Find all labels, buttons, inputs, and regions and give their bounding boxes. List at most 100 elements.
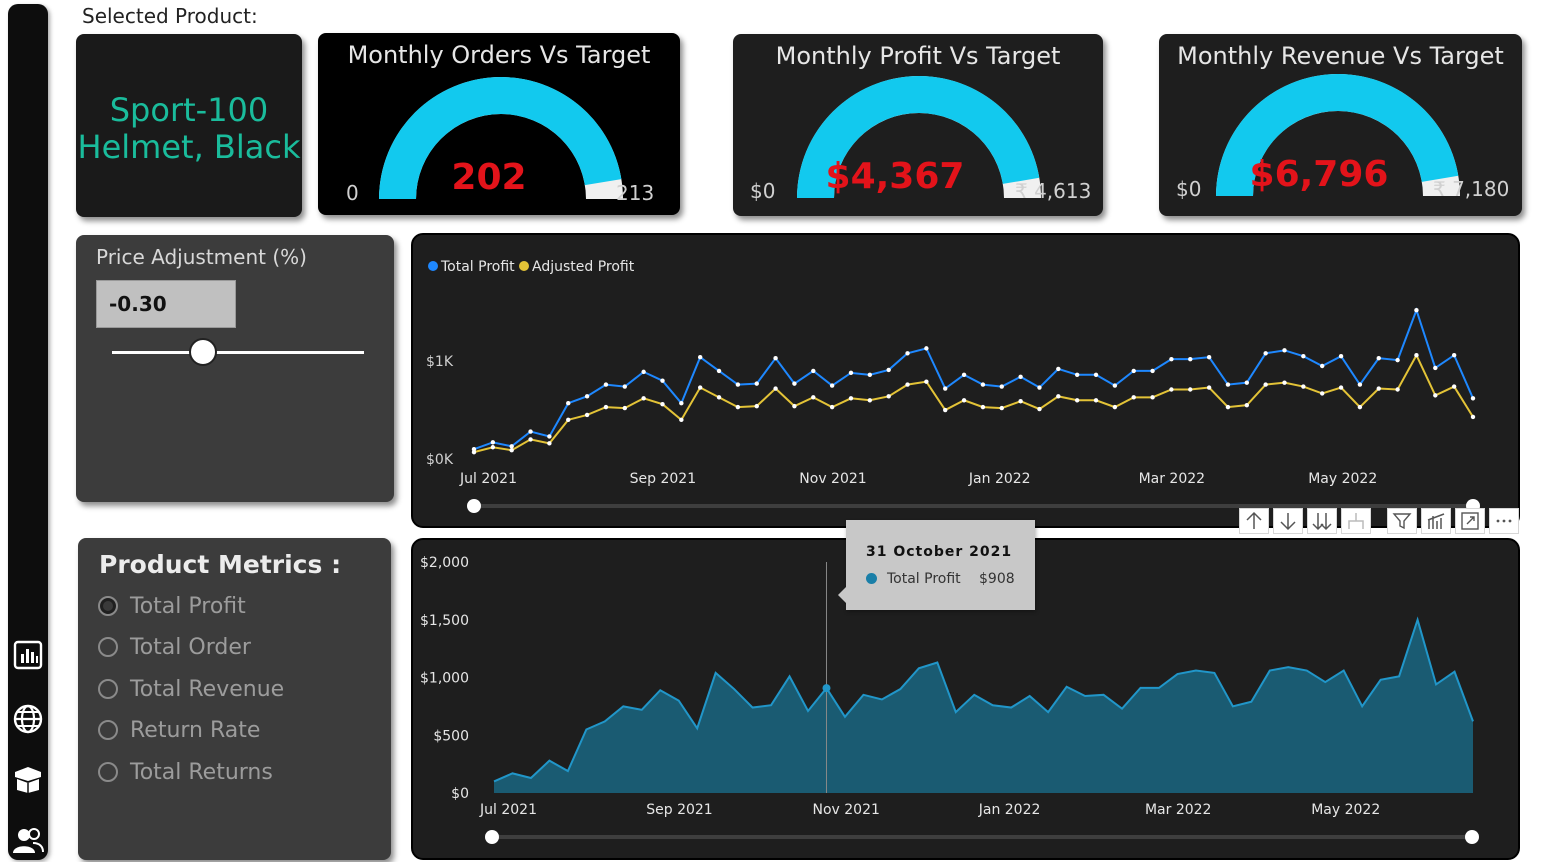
data-point xyxy=(1338,385,1344,390)
data-point xyxy=(1093,398,1099,403)
data-point xyxy=(1357,382,1363,387)
x-tick-label: Jul 2021 xyxy=(459,471,517,487)
data-point xyxy=(547,434,552,439)
series-line xyxy=(473,353,1474,454)
box-icon[interactable] xyxy=(8,762,48,796)
data-point xyxy=(1112,383,1118,388)
data-point xyxy=(1056,366,1061,372)
gauge-value: $4,367 xyxy=(825,156,965,197)
data-point xyxy=(924,346,929,351)
gauge-min-label: $0 xyxy=(750,179,776,203)
area-chart-range-end-handle[interactable] xyxy=(1465,830,1479,844)
metric-option-total-returns[interactable]: Total Returns xyxy=(98,755,273,789)
filter-icon[interactable] xyxy=(1387,508,1417,534)
orders-gauge-card: Monthly Orders Vs Target 0 213 202 xyxy=(318,33,680,215)
chart-icon[interactable] xyxy=(1421,508,1451,534)
data-point xyxy=(1320,391,1325,396)
data-point xyxy=(1433,393,1438,398)
data-point xyxy=(1169,356,1174,362)
hierarchy-icon[interactable] xyxy=(1341,508,1371,534)
data-point xyxy=(1188,356,1193,362)
data-point xyxy=(1357,404,1363,410)
data-point xyxy=(829,383,835,388)
data-point xyxy=(1188,387,1193,392)
data-point xyxy=(1074,398,1080,403)
data-point xyxy=(1470,414,1476,420)
y-tick-label: $0 xyxy=(451,786,469,802)
data-point xyxy=(1301,354,1306,359)
data-point xyxy=(490,440,496,445)
data-point xyxy=(697,354,703,360)
data-point xyxy=(1206,385,1212,390)
data-point xyxy=(566,401,571,406)
data-point xyxy=(754,381,759,386)
price-adjustment-slider-thumb[interactable] xyxy=(188,338,217,366)
tooltip-series-value: $908 xyxy=(979,571,1015,587)
radio-button[interactable] xyxy=(98,637,118,657)
y-tick-label: $1,500 xyxy=(420,613,469,629)
data-point xyxy=(660,401,665,407)
data-point xyxy=(1056,394,1061,399)
gauge-max-label: ₹ 4,613 xyxy=(1015,179,1092,203)
price-adjustment-slider-track[interactable] xyxy=(112,351,364,354)
data-point xyxy=(547,441,552,446)
data-point xyxy=(1282,380,1287,385)
x-tick-label: May 2022 xyxy=(1308,471,1377,487)
data-point xyxy=(490,445,496,450)
metric-option-total-revenue[interactable]: Total Revenue xyxy=(98,672,284,706)
y-tick-label: $0K xyxy=(426,452,454,468)
arrow-up-icon[interactable] xyxy=(1239,508,1269,534)
line-chart-range-start-handle[interactable] xyxy=(467,499,481,513)
price-adjustment-label: Price Adjustment (%) xyxy=(96,245,307,269)
bar-chart-icon[interactable] xyxy=(8,638,48,672)
globe-icon[interactable] xyxy=(8,702,48,736)
data-point xyxy=(1433,365,1438,371)
selected-product-label: Selected Product: xyxy=(82,4,258,28)
data-point xyxy=(1225,404,1231,410)
data-point xyxy=(886,394,891,399)
data-point xyxy=(528,437,533,442)
data-point xyxy=(943,386,948,391)
data-point xyxy=(584,412,590,418)
data-point xyxy=(1206,354,1212,360)
legend-total-profit-label: Total Profit xyxy=(440,259,515,275)
data-point xyxy=(961,398,967,403)
area-chart-range-start-handle[interactable] xyxy=(485,830,499,844)
tooltip-pointer xyxy=(838,586,847,604)
data-point xyxy=(1244,380,1250,385)
radio-button-selected[interactable] xyxy=(98,596,118,616)
data-point xyxy=(829,404,835,410)
data-point xyxy=(1395,387,1400,392)
metric-option-return-rate[interactable]: Return Rate xyxy=(98,713,260,747)
data-point xyxy=(1074,372,1080,378)
double-arrow-down-icon[interactable] xyxy=(1307,508,1337,534)
data-point xyxy=(1131,368,1136,374)
radio-button[interactable] xyxy=(98,720,118,740)
arrow-down-icon[interactable] xyxy=(1273,508,1303,534)
legend-adjusted-profit-marker xyxy=(519,261,529,271)
data-point xyxy=(1018,374,1023,379)
data-point xyxy=(792,381,797,386)
data-point xyxy=(1263,382,1268,387)
data-point xyxy=(1150,368,1155,374)
data-point xyxy=(1376,355,1381,361)
product-name-line1: Sport-100 xyxy=(109,91,269,129)
radio-button[interactable] xyxy=(98,762,118,782)
data-point xyxy=(848,370,854,376)
data-point xyxy=(735,382,741,387)
more-options-icon[interactable] xyxy=(1489,508,1519,534)
metric-option-total-order[interactable]: Total Order xyxy=(98,630,251,664)
focus-mode-icon[interactable] xyxy=(1455,508,1485,534)
hover-point xyxy=(822,684,831,693)
selected-product-card: Sport-100 Helmet, Black xyxy=(76,34,302,217)
data-point xyxy=(1395,357,1400,363)
metric-option-total-profit[interactable]: Total Profit xyxy=(98,589,246,623)
x-tick-label: Jan 2022 xyxy=(978,802,1041,818)
data-point xyxy=(999,405,1004,411)
x-tick-label: Sep 2021 xyxy=(646,802,712,818)
legend-total-profit-marker xyxy=(428,261,438,271)
data-point xyxy=(1037,406,1042,412)
users-icon[interactable] xyxy=(8,824,48,858)
radio-button[interactable] xyxy=(98,679,118,699)
price-adjustment-input[interactable]: -0.30 xyxy=(96,280,236,328)
